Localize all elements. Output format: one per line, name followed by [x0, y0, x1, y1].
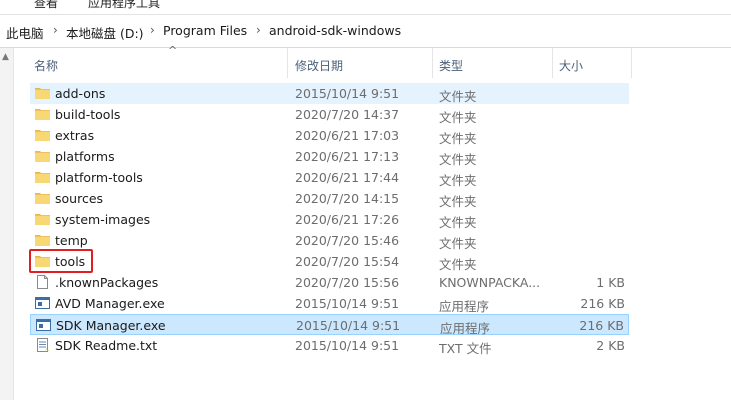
list-item[interactable]: tools 2020/7/20 15:54 文件夹 [30, 251, 629, 272]
file-size: 216 KB [579, 318, 624, 333]
list-item[interactable]: .knownPackages 2020/7/20 15:56 KNOWNPACK… [30, 272, 629, 293]
address-bar[interactable]: 此电脑 › 本地磁盘 (D:) › Program Files › androi… [0, 15, 731, 48]
file-name: platforms [55, 149, 115, 164]
breadcrumb-this-pc[interactable]: 此电脑 [6, 23, 44, 42]
file-type: 文件夹 [439, 194, 477, 209]
file-name: .knownPackages [55, 275, 159, 290]
file-type: 文件夹 [439, 131, 477, 146]
list-item[interactable]: add-ons 2015/10/14 9:51 文件夹 [30, 83, 629, 104]
file-date: 2015/10/14 9:51 [295, 296, 400, 311]
txt-icon [37, 338, 49, 352]
column-divider[interactable] [432, 48, 433, 78]
file-name: SDK Manager.exe [56, 318, 166, 333]
file-icon [37, 275, 48, 289]
file-name: build-tools [55, 107, 121, 122]
folder-icon [35, 109, 50, 120]
file-date: 2015/10/14 9:51 [295, 86, 400, 101]
folder-icon [35, 130, 50, 141]
file-name: extras [55, 128, 95, 143]
breadcrumb-local-disk[interactable]: 本地磁盘 (D:) [66, 23, 144, 42]
annotation-highlight-box [29, 249, 93, 273]
file-type: 文件夹 [439, 110, 477, 125]
column-type[interactable]: 类型 [439, 57, 463, 74]
file-name: temp [55, 233, 88, 248]
file-date: 2020/7/20 15:46 [295, 233, 400, 248]
file-type: 文件夹 [439, 89, 477, 104]
exe-icon [36, 319, 51, 331]
scroll-up-icon[interactable]: ▲ [2, 52, 9, 62]
list-item[interactable]: system-images 2020/6/21 17:26 文件夹 [30, 209, 629, 230]
file-name: SDK Readme.txt [55, 338, 158, 353]
file-type: 文件夹 [439, 152, 477, 167]
ribbon-tab-view[interactable]: 查看 [34, 0, 58, 11]
list-item[interactable]: platform-tools 2020/6/21 17:44 文件夹 [30, 167, 629, 188]
breadcrumb-android-sdk[interactable]: android-sdk-windows [269, 23, 401, 38]
folder-icon [35, 214, 50, 225]
sort-ascending-icon: ^ [168, 44, 178, 57]
folder-icon [35, 193, 50, 204]
file-type: TXT 文件 [439, 341, 492, 356]
column-divider[interactable] [631, 48, 632, 78]
ribbon-tabs: ▔ 查看 应用程序工具 [0, 0, 731, 15]
file-type: 文件夹 [439, 236, 477, 251]
file-name: platform-tools [55, 170, 143, 185]
file-date: 2020/6/21 17:13 [295, 149, 400, 164]
list-item[interactable]: platforms 2020/6/21 17:13 文件夹 [30, 146, 629, 167]
file-type: KNOWNPACKA... [439, 275, 541, 290]
breadcrumb-separator-icon[interactable]: › [256, 23, 261, 37]
list-item[interactable]: sources 2020/7/20 14:15 文件夹 [30, 188, 629, 209]
file-size: 2 KB [596, 338, 625, 353]
column-divider[interactable] [552, 48, 553, 78]
file-size: 1 KB [596, 275, 625, 290]
folder-icon [35, 88, 50, 99]
file-name: add-ons [55, 86, 106, 101]
column-header: ^ 名称 修改日期 类型 大小 [14, 44, 731, 78]
file-date: 2020/6/21 17:26 [295, 212, 400, 227]
list-item[interactable]: SDK Manager.exe 2015/10/14 9:51 应用程序 216… [30, 314, 629, 336]
list-item[interactable]: build-tools 2020/7/20 14:37 文件夹 [30, 104, 629, 125]
folder-icon [35, 235, 50, 246]
file-date: 2020/7/20 14:37 [295, 107, 400, 122]
file-date: 2015/10/14 9:51 [295, 338, 400, 353]
exe-icon [35, 297, 50, 309]
ribbon-tab-app-tools[interactable]: 应用程序工具 [88, 0, 160, 11]
column-name[interactable]: 名称 [34, 57, 58, 74]
file-date: 2020/7/20 15:54 [295, 254, 400, 269]
list-item[interactable]: extras 2020/6/21 17:03 文件夹 [30, 125, 629, 146]
column-date[interactable]: 修改日期 [295, 57, 343, 74]
file-date: 2020/7/20 15:56 [295, 275, 400, 290]
breadcrumb-program-files[interactable]: Program Files [163, 23, 247, 38]
file-date: 2020/7/20 14:15 [295, 191, 400, 206]
file-date: 2020/6/21 17:03 [295, 128, 400, 143]
file-name: AVD Manager.exe [55, 296, 165, 311]
folder-icon [35, 151, 50, 162]
file-type: 文件夹 [439, 173, 477, 188]
file-type: 文件夹 [439, 215, 477, 230]
navigation-pane-scrollbar[interactable]: ▲ [0, 48, 14, 400]
file-type: 应用程序 [439, 299, 490, 314]
column-size[interactable]: 大小 [559, 57, 583, 74]
folder-icon [35, 172, 50, 183]
column-divider[interactable] [287, 48, 288, 78]
breadcrumb-separator-icon[interactable]: › [150, 23, 155, 37]
breadcrumb-separator-icon[interactable]: › [53, 23, 58, 37]
file-date: 2015/10/14 9:51 [296, 318, 401, 333]
file-type: 文件夹 [439, 257, 477, 272]
file-name: system-images [55, 212, 151, 227]
file-size: 216 KB [580, 296, 625, 311]
list-item[interactable]: AVD Manager.exe 2015/10/14 9:51 应用程序 216… [30, 293, 629, 314]
file-name: sources [55, 191, 104, 206]
ribbon-tab-file-partial[interactable]: ▔ [0, 0, 9, 8]
file-date: 2020/6/21 17:44 [295, 170, 400, 185]
list-item[interactable]: temp 2020/7/20 15:46 文件夹 [30, 230, 629, 251]
list-item[interactable]: SDK Readme.txt 2015/10/14 9:51 TXT 文件 2 … [30, 335, 629, 356]
